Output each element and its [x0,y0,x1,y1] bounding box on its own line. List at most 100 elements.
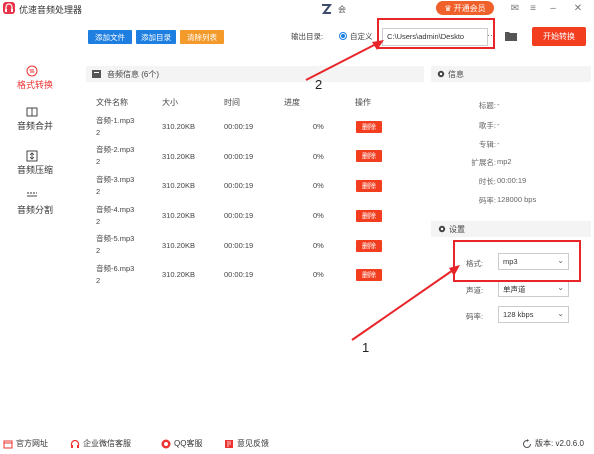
row-size: 310.20KB [162,152,195,161]
row-progress: 0% [313,181,324,190]
close-icon[interactable]: ✕ [572,2,584,14]
crown-icon: ♛ [444,3,452,13]
row-file-name: 音频-4.mp3 [96,205,135,214]
column-header-time: 时间 [224,98,240,107]
add-folder-button[interactable]: 添加目录 [136,30,176,44]
version-info: 版本: v2.0.6.0 [522,438,584,449]
sidebar-label-audio-merge: 音频合并 [16,121,53,131]
row-file-suffix: 2 [96,217,101,226]
refresh-icon[interactable] [522,438,532,449]
qq-icon [161,439,171,448]
sidebar-label-audio-split: 音频分割 [16,205,53,215]
row-file-suffix: 2 [96,187,101,196]
info-label-extension: 扩展名: [471,158,496,167]
brand-logo-icon [322,4,332,14]
custom-radio[interactable] [339,32,347,40]
app-title: 优速音频处理器 [19,5,83,15]
menu-icon[interactable]: ≡ [527,2,539,14]
bitrate-select-value: 128 kbps [503,310,534,319]
delete-button[interactable]: 删除 [356,180,382,192]
annotation-box-output-path [377,18,495,49]
settings-panel-title: 设置 [449,225,465,234]
annotation-box-format [453,240,581,282]
channel-select[interactable]: 单声道 ⌄ [498,280,569,297]
chevron-down-icon: ⌄ [557,309,564,318]
annotation-marker-2: 2 [315,77,323,92]
row-file-suffix: 2 [96,246,101,255]
column-header-name: 文件名称 [96,98,128,107]
row-file-name: 音频-1.mp3 [96,116,135,125]
add-file-button[interactable]: 添加文件 [88,30,132,44]
column-header-size: 大小 [162,98,178,107]
row-progress: 0% [313,241,324,250]
info-value-album: - [497,139,500,148]
row-time: 00:00:19 [224,152,254,161]
center-text: 会 [338,5,346,14]
info-label-duration: 时长: [478,177,496,186]
row-progress: 0% [313,270,324,279]
footer: 官方网址 企业微信客服 QQ客服 意见反馈 版本: v2.0.6.0 [0,434,594,454]
start-convert-button[interactable]: 开始转换 [532,27,586,46]
row-time: 00:00:19 [224,241,254,250]
delete-button[interactable]: 删除 [356,150,382,162]
sidebar-item-audio-split[interactable]: 音频分割 [0,190,80,216]
vip-button[interactable]: ♛ 开通会员 [436,1,494,15]
home-icon [3,440,13,448]
bitrate-label: 码率: [466,312,484,321]
row-file-name: 音频-2.mp3 [96,145,135,154]
channel-label: 声道: [466,286,484,295]
delete-button[interactable]: 删除 [356,240,382,252]
feedback-link[interactable]: 意见反馈 [224,438,269,449]
audio-info-icon [92,70,101,78]
audio-compress-icon [26,150,38,162]
settings-gear-icon [438,225,446,233]
custom-radio-label[interactable]: 自定义 [350,31,373,42]
sidebar-item-format-convert[interactable]: 格式转换 [0,65,80,91]
title-bar: 优速音频处理器 会 ♛ 开通会员 ✉ ≡ – ✕ [0,0,594,22]
qq-support-link[interactable]: QQ客服 [161,438,202,449]
info-label-artist: 歌手: [478,121,496,130]
row-file-suffix: 2 [96,157,101,166]
sidebar-item-audio-merge[interactable]: 音频合并 [0,106,80,132]
sidebar: 格式转换 音频合并 音频压缩 音频分割 [0,55,80,425]
row-time: 00:00:19 [224,122,254,131]
app-logo-icon [3,2,15,14]
sidebar-label-audio-compress: 音频压缩 [16,165,53,175]
info-label-bitrate: 码率: [478,196,496,205]
delete-button[interactable]: 删除 [356,269,382,281]
website-link[interactable]: 官方网址 [3,438,48,449]
wechat-support-link[interactable]: 企业微信客服 [70,438,131,449]
row-time: 00:00:19 [224,270,254,279]
bitrate-select[interactable]: 128 kbps ⌄ [498,306,569,323]
sidebar-item-audio-compress[interactable]: 音频压缩 [0,150,80,176]
info-label-album: 专辑: [478,140,496,149]
minimize-icon[interactable]: – [547,2,559,14]
annotation-marker-1: 1 [362,340,370,355]
output-dir-label: 输出目录: [291,32,324,41]
chevron-down-icon: ⌄ [557,283,564,292]
feedback-label: 意见反馈 [237,439,269,448]
email-icon[interactable]: ✉ [509,2,521,14]
column-header-action: 操作 [355,98,371,107]
clear-list-button[interactable]: 清除列表 [180,30,224,44]
delete-button[interactable]: 删除 [356,210,382,222]
row-progress: 0% [313,211,324,220]
row-size: 310.20KB [162,211,195,220]
row-time: 00:00:19 [224,181,254,190]
row-size: 310.20KB [162,270,195,279]
audio-split-icon [26,190,38,202]
delete-button[interactable]: 删除 [356,121,382,133]
row-file-name: 音频-5.mp3 [96,234,135,243]
vip-label: 开通会员 [453,3,486,13]
row-progress: 0% [313,122,324,131]
info-value-bitrate: 128000 bps [497,195,537,204]
website-label: 官方网址 [16,439,48,448]
sidebar-label-format-convert: 格式转换 [16,80,53,90]
row-size: 310.20KB [162,241,195,250]
folder-icon[interactable] [505,31,517,41]
info-panel-title: 信息 [448,70,464,79]
format-convert-icon [26,65,38,77]
info-value-extension: mp2 [497,157,512,166]
row-time: 00:00:19 [224,211,254,220]
info-value-duration: 00:00:19 [497,176,527,185]
